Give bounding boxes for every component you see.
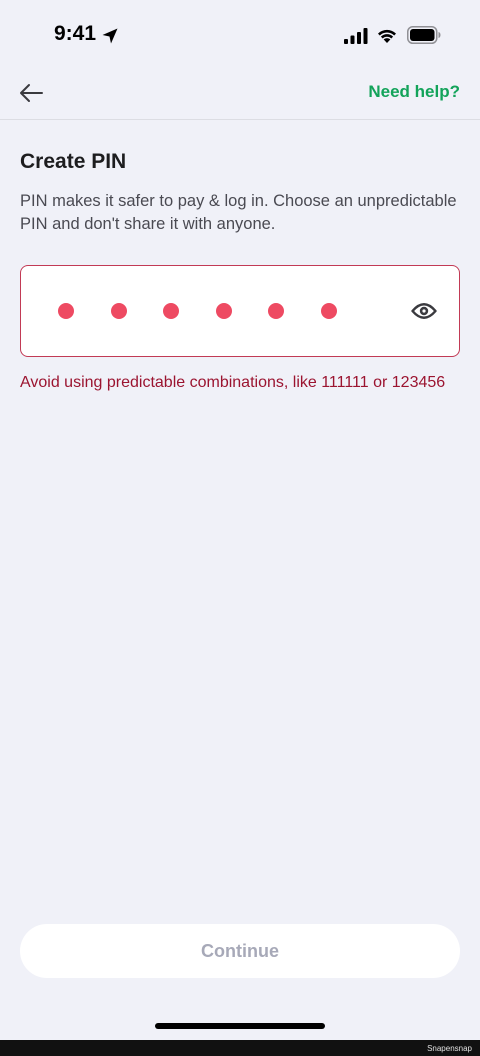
need-help-link[interactable]: Need help? — [368, 82, 460, 102]
continue-button[interactable]: Continue — [20, 924, 460, 978]
status-bar: 9:41 — [0, 0, 480, 70]
status-time: 9:41 — [54, 22, 97, 45]
back-button[interactable] — [14, 78, 48, 108]
page-description: PIN makes it safer to pay & log in. Choo… — [20, 192, 457, 233]
arrow-left-icon — [20, 84, 43, 102]
eye-icon — [411, 303, 437, 319]
pin-dot — [58, 303, 74, 319]
pin-dot — [268, 303, 284, 319]
cellular-signal-icon — [344, 28, 368, 44]
pin-dot — [163, 303, 179, 319]
home-indicator — [155, 1023, 325, 1029]
location-arrow-icon — [102, 28, 118, 44]
pin-dots — [58, 303, 337, 319]
pin-dot — [110, 303, 127, 319]
watermark: Snapensnap — [427, 1044, 472, 1053]
bottom-bar — [0, 1040, 480, 1056]
pin-dot — [320, 303, 337, 319]
pin-dot — [215, 303, 232, 319]
pin-error-message: Avoid using predictable combinations, li… — [20, 374, 446, 391]
top-nav: Need help? — [0, 70, 480, 120]
toggle-pin-visibility-button[interactable] — [411, 300, 437, 322]
wifi-icon — [378, 29, 396, 43]
page-title: Create PIN — [20, 150, 127, 173]
battery-icon — [407, 26, 441, 44]
pin-input-field[interactable] — [20, 265, 460, 357]
